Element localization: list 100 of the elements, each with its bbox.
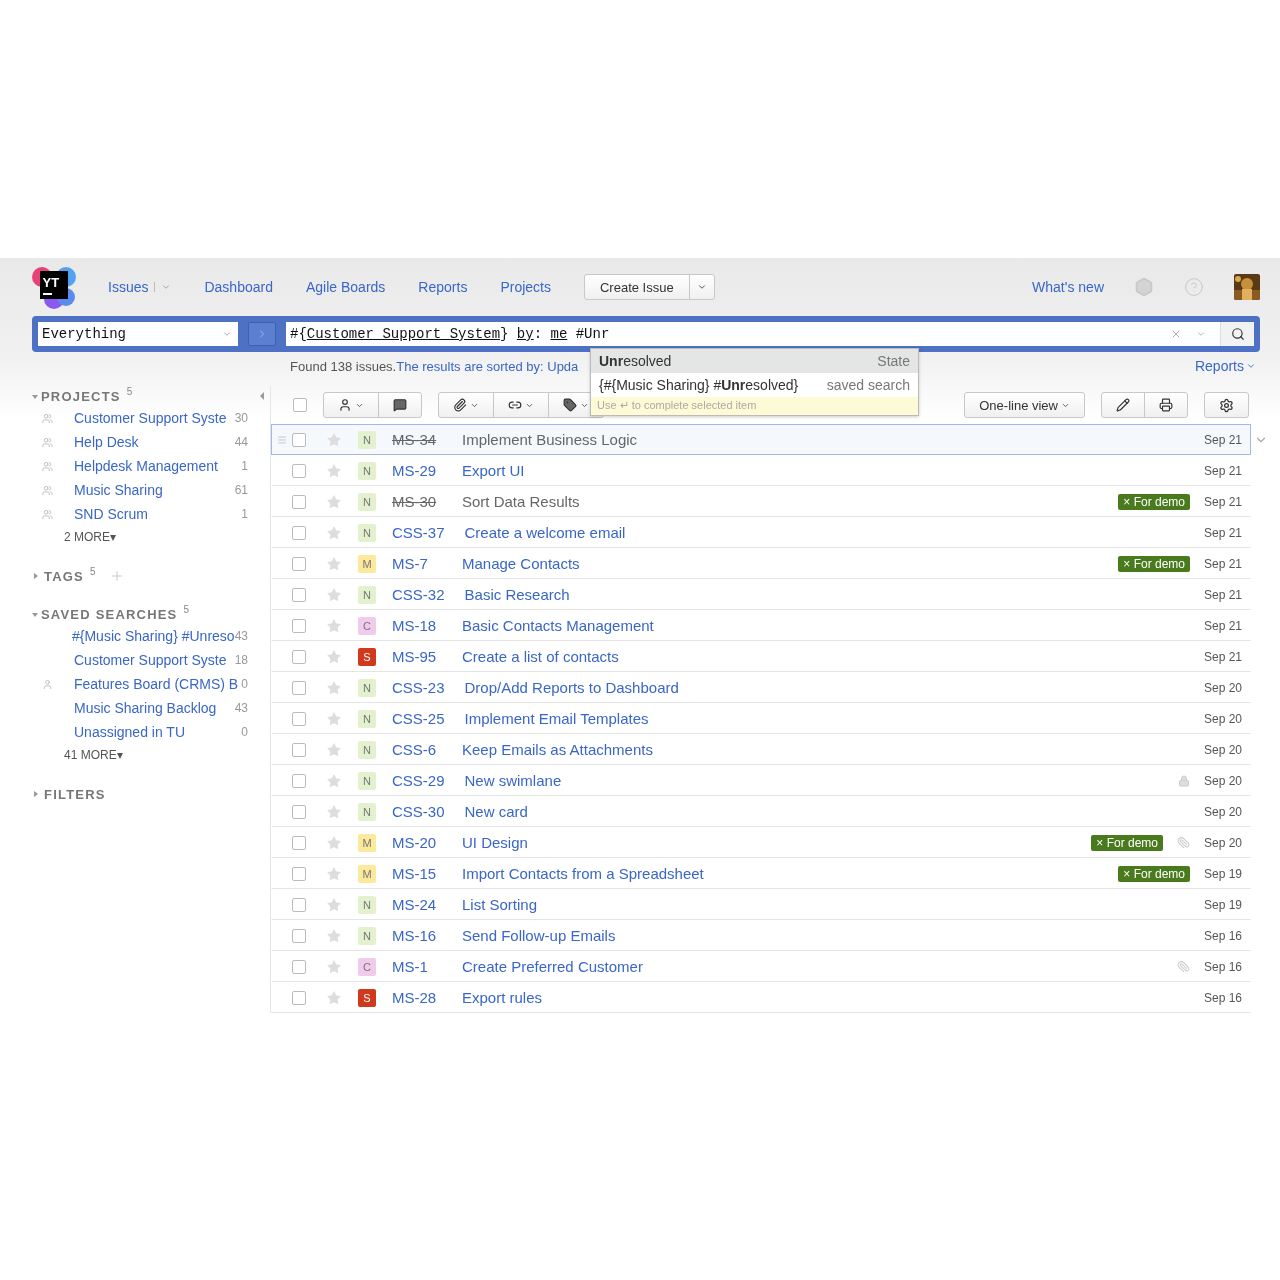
issue-id[interactable]: MS-7: [392, 555, 442, 572]
issue-summary[interactable]: Sort Data Results: [462, 493, 580, 510]
star-icon[interactable]: [326, 586, 342, 603]
row-checkbox[interactable]: [292, 711, 306, 726]
issue-summary[interactable]: Keep Emails as Attachments: [462, 741, 653, 758]
search-field[interactable]: #{Customer Support System} by: me #Unr: [286, 322, 1170, 346]
issue-id[interactable]: MS-24: [392, 896, 442, 913]
star-icon[interactable]: [326, 431, 342, 448]
section-title[interactable]: SAVED SEARCHES: [41, 606, 178, 622]
reports-link[interactable]: Reports: [1194, 358, 1256, 374]
row-checkbox[interactable]: [292, 525, 306, 540]
issue-id[interactable]: CSS-30: [392, 803, 445, 820]
issue-summary[interactable]: Manage Contacts: [462, 555, 580, 572]
row-checkbox[interactable]: [292, 680, 306, 695]
star-icon[interactable]: [326, 989, 342, 1006]
star-icon[interactable]: [326, 896, 342, 913]
row-checkbox[interactable]: [292, 556, 306, 571]
section-title[interactable]: PROJECTS: [41, 388, 121, 404]
issue-id[interactable]: CSS-37: [392, 524, 445, 541]
nav-link[interactable]: Projects: [500, 279, 551, 295]
caret-icon[interactable]: [222, 329, 232, 339]
sidebar-item[interactable]: Features Board (CRMS) B: [74, 676, 242, 692]
sidebar-item[interactable]: Customer Support Syste: [74, 410, 235, 426]
issue-id[interactable]: MS-95: [392, 648, 442, 665]
star-icon[interactable]: [326, 741, 342, 758]
pencil-icon[interactable]: [1116, 398, 1130, 412]
search-button[interactable]: [1220, 322, 1254, 346]
issue-summary[interactable]: Export rules: [462, 989, 543, 1006]
issue-id[interactable]: CSS-29: [392, 772, 445, 789]
tag-icon[interactable]: [563, 398, 577, 412]
issue-summary[interactable]: Create a list of contacts: [462, 648, 619, 665]
tag-chip[interactable]: × For demo: [1091, 834, 1163, 851]
issue-id[interactable]: MS-30: [392, 493, 442, 510]
row-checkbox[interactable]: [292, 649, 306, 664]
star-icon[interactable]: [326, 493, 342, 510]
logo[interactable]: YT: [32, 265, 76, 309]
help-icon[interactable]: [1184, 277, 1204, 297]
issue-id[interactable]: CSS-23: [392, 679, 445, 696]
row-checkbox[interactable]: [292, 928, 306, 943]
issue-id[interactable]: MS-18: [392, 617, 442, 634]
issue-summary[interactable]: UI Design: [462, 834, 528, 851]
row-checkbox[interactable]: [292, 432, 306, 447]
star-icon[interactable]: [326, 555, 342, 572]
more-link[interactable]: 41 MORE▾: [64, 744, 123, 766]
row-checkbox[interactable]: [292, 959, 306, 974]
sidebar-item[interactable]: Music Sharing Backlog: [74, 700, 235, 716]
star-icon[interactable]: [326, 803, 342, 820]
issue-id[interactable]: MS-16: [392, 927, 442, 944]
sidebar-item[interactable]: Unassigned in TU: [74, 724, 242, 740]
context-select[interactable]: Everything: [38, 322, 238, 346]
sidebar-item[interactable]: Music Sharing: [74, 482, 235, 498]
row-checkbox[interactable]: [292, 897, 306, 912]
issue-id[interactable]: MS-28: [392, 989, 442, 1006]
row-checkbox[interactable]: [292, 835, 306, 850]
star-icon[interactable]: [326, 927, 342, 944]
row-checkbox[interactable]: [292, 494, 306, 509]
issue-summary[interactable]: New swimlane: [464, 772, 562, 789]
star-icon[interactable]: [326, 958, 342, 975]
star-icon[interactable]: [326, 834, 342, 851]
row-checkbox[interactable]: [292, 773, 306, 788]
tag-chip[interactable]: × For demo: [1118, 865, 1190, 882]
issue-id[interactable]: CSS-32: [392, 586, 445, 603]
sidebar-item[interactable]: SND Scrum: [74, 506, 242, 522]
row-checkbox[interactable]: [292, 618, 306, 633]
issue-summary[interactable]: Implement Business Logic: [462, 431, 638, 448]
issue-id[interactable]: MS-34: [392, 431, 442, 448]
select-all-checkbox[interactable]: [293, 398, 307, 412]
caret-icon[interactable]: [1246, 361, 1256, 371]
issue-id[interactable]: MS-1: [392, 958, 442, 975]
nav-link[interactable]: Agile Boards: [305, 279, 386, 295]
issue-summary[interactable]: Drop/Add Reports to Dashboard: [464, 679, 679, 696]
search-icon[interactable]: [1230, 327, 1245, 341]
row-checkbox[interactable]: [292, 742, 306, 757]
issue-id[interactable]: CSS-25: [392, 710, 445, 727]
star-icon[interactable]: [326, 617, 342, 634]
drag-handle-icon[interactable]: [277, 434, 287, 445]
whats-new-link[interactable]: What's new: [1032, 279, 1104, 295]
row-checkbox[interactable]: [292, 463, 306, 478]
star-icon[interactable]: [326, 524, 342, 541]
row-checkbox[interactable]: [292, 804, 306, 819]
issue-summary[interactable]: New card: [464, 803, 528, 820]
row-checkbox[interactable]: [292, 990, 306, 1005]
issue-summary[interactable]: Basic Contacts Management: [462, 617, 654, 634]
row-checkbox[interactable]: [292, 587, 306, 602]
sidebar-item[interactable]: #{Music Sharing} #Unreso: [72, 628, 235, 644]
issue-summary[interactable]: Implement Email Templates: [464, 710, 649, 727]
sidebar-item[interactable]: Helpdesk Management: [74, 458, 242, 474]
issue-summary[interactable]: Basic Research: [464, 586, 570, 603]
link-icon[interactable]: [508, 398, 522, 412]
star-icon[interactable]: [326, 648, 342, 665]
collapse-icon[interactable]: [260, 392, 264, 400]
star-icon[interactable]: [326, 865, 342, 882]
issue-summary[interactable]: Send Follow-up Emails: [462, 927, 616, 944]
sort-link[interactable]: The results are sorted by: Upda: [396, 358, 579, 374]
suggestion-item[interactable]: Unresolved State: [591, 349, 918, 373]
view-button[interactable]: One-line view: [965, 393, 1084, 417]
paperclip-icon[interactable]: [453, 398, 467, 412]
issue-id[interactable]: MS-29: [392, 462, 442, 479]
star-icon[interactable]: [326, 462, 342, 479]
caret-icon[interactable]: [696, 282, 707, 292]
